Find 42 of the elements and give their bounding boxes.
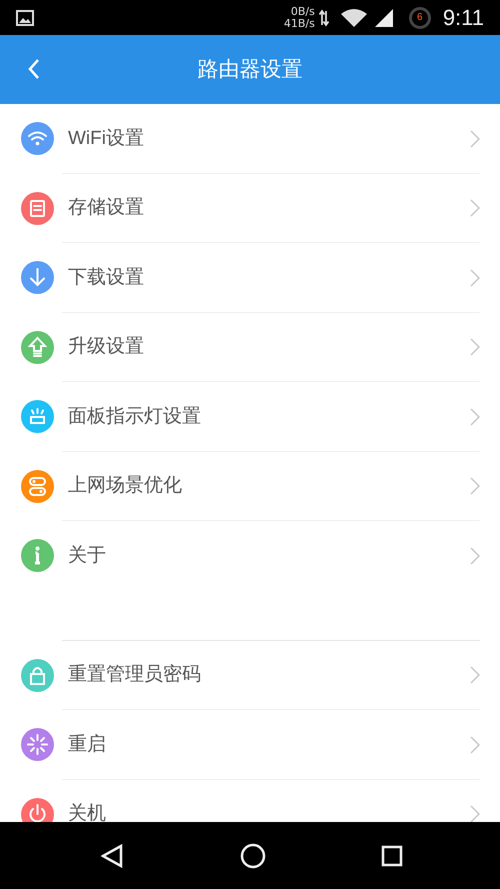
chevron-icon: [470, 199, 480, 218]
chevron-icon: [470, 130, 480, 148]
download-speed: 0B/s: [290, 6, 315, 18]
chevron-icon: [470, 477, 480, 496]
image-icon: [16, 10, 34, 26]
settings-row[interactable]: 面板指示灯设置: [0, 382, 500, 452]
row-label: 面板指示灯设置: [68, 404, 202, 428]
row-label: 下载设置: [68, 266, 145, 290]
upload-speed: 41B/s: [284, 18, 315, 30]
chevron-icon: [470, 736, 480, 754]
back-nav-icon[interactable]: [101, 844, 123, 868]
row-label: 关于: [68, 544, 107, 568]
settings-row[interactable]: WiFi设置: [0, 104, 500, 174]
chevron-icon: [470, 805, 480, 822]
home-nav-icon[interactable]: [240, 842, 266, 868]
settings-row[interactable]: 下载设置: [0, 243, 500, 312]
row-label: 关机: [68, 802, 107, 822]
row-label: WiFi设置: [68, 126, 145, 150]
chevron-icon: [470, 546, 480, 565]
row-label: 重启: [68, 732, 107, 756]
recents-nav-icon[interactable]: [381, 844, 403, 866]
chevron-icon: [470, 338, 480, 356]
row-label: 上网场景优化: [68, 474, 183, 498]
settings-row[interactable]: 重置管理员密码: [0, 640, 500, 710]
notification-badge: 6: [408, 6, 431, 28]
settings-row[interactable]: 重启: [0, 710, 500, 780]
signal-icon: [374, 8, 393, 26]
settings-row[interactable]: 升级设置: [0, 312, 500, 382]
data-arrows-icon: [318, 8, 329, 26]
settings-row[interactable]: 关机: [0, 780, 500, 822]
chevron-icon: [470, 268, 480, 287]
clock: 9:11: [442, 4, 484, 32]
page-title: 路由器设置: [198, 56, 302, 83]
row-label: 升级设置: [68, 335, 145, 359]
row-label: 重置管理员密码: [68, 663, 202, 687]
chevron-icon: [470, 666, 480, 684]
wifi-icon: [340, 8, 367, 26]
settings-row[interactable]: 存储设置: [0, 174, 500, 243]
settings-row[interactable]: 上网场景优化: [0, 452, 500, 521]
settings-row[interactable]: 关于: [0, 521, 500, 590]
row-label: 存储设置: [68, 196, 145, 220]
chevron-icon: [470, 408, 480, 426]
